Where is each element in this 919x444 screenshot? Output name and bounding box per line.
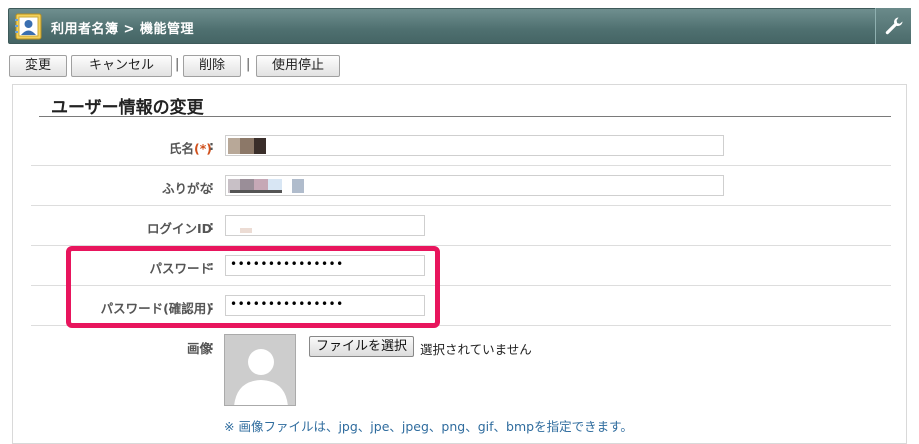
colon: : — [209, 218, 214, 233]
password-input[interactable]: ••••••••••••••• — [225, 255, 425, 276]
row-divider — [31, 205, 891, 206]
colon: : — [209, 258, 214, 273]
name-input[interactable] — [225, 135, 724, 156]
row-divider — [31, 165, 891, 166]
section-title-text: ユーザー情報の変更 — [51, 98, 204, 118]
cancel-button[interactable]: キャンセル — [71, 55, 172, 77]
image-format-note: ※ 画像ファイルは、jpg、jpe、jpeg、png、gif、bmpを指定できま… — [224, 419, 633, 434]
password-confirm-input[interactable]: ••••••••••••••• — [225, 295, 425, 316]
file-status-text: 選択されていません — [420, 342, 532, 357]
person-silhouette-icon — [225, 335, 295, 405]
login-id-input[interactable] — [225, 215, 425, 236]
change-button[interactable]: 変更 — [9, 55, 67, 77]
password-label: パスワード — [149, 261, 212, 276]
password-confirm-value: ••••••••••••••• — [230, 297, 344, 311]
furigana-input[interactable] — [225, 175, 724, 196]
password-value: ••••••••••••••• — [230, 257, 344, 271]
redacted-text — [254, 138, 266, 154]
settings-button[interactable] — [875, 8, 911, 44]
redacted-text — [240, 138, 254, 154]
name-label: 氏名(*) — [169, 141, 212, 156]
row-divider — [31, 285, 891, 286]
furigana-label: ふりがな — [161, 181, 212, 196]
colon: : — [209, 338, 214, 353]
redacted-text — [228, 138, 240, 154]
colon: : — [209, 138, 214, 153]
delete-button[interactable]: 削除 — [183, 55, 241, 77]
page-title: 利用者名簿 > 機能管理 — [51, 22, 194, 37]
avatar-placeholder — [224, 334, 296, 406]
redacted-text — [292, 179, 304, 193]
address-book-icon — [15, 13, 42, 40]
redacted-text — [240, 228, 252, 233]
colon: : — [209, 298, 214, 313]
password-confirm-label: パスワード(確認用) — [100, 301, 212, 316]
section-title: ユーザー情報の変更 — [39, 91, 891, 118]
title-bar: 利用者名簿 > 機能管理 — [8, 8, 911, 44]
suspend-button[interactable]: 使用停止 — [256, 55, 340, 77]
user-form-panel: ユーザー情報の変更 氏名(*) : ふりがな : ログインID : パスワード … — [12, 84, 907, 444]
row-divider — [31, 245, 891, 246]
redacted-text — [230, 190, 282, 193]
wrench-icon — [885, 17, 903, 35]
row-divider — [31, 325, 891, 326]
toolbar-separator: | — [175, 57, 180, 72]
toolbar-separator: | — [246, 57, 251, 72]
colon: : — [209, 178, 214, 193]
choose-file-button[interactable]: ファイルを選択 — [309, 336, 415, 357]
login-id-label: ログインID — [146, 221, 212, 236]
